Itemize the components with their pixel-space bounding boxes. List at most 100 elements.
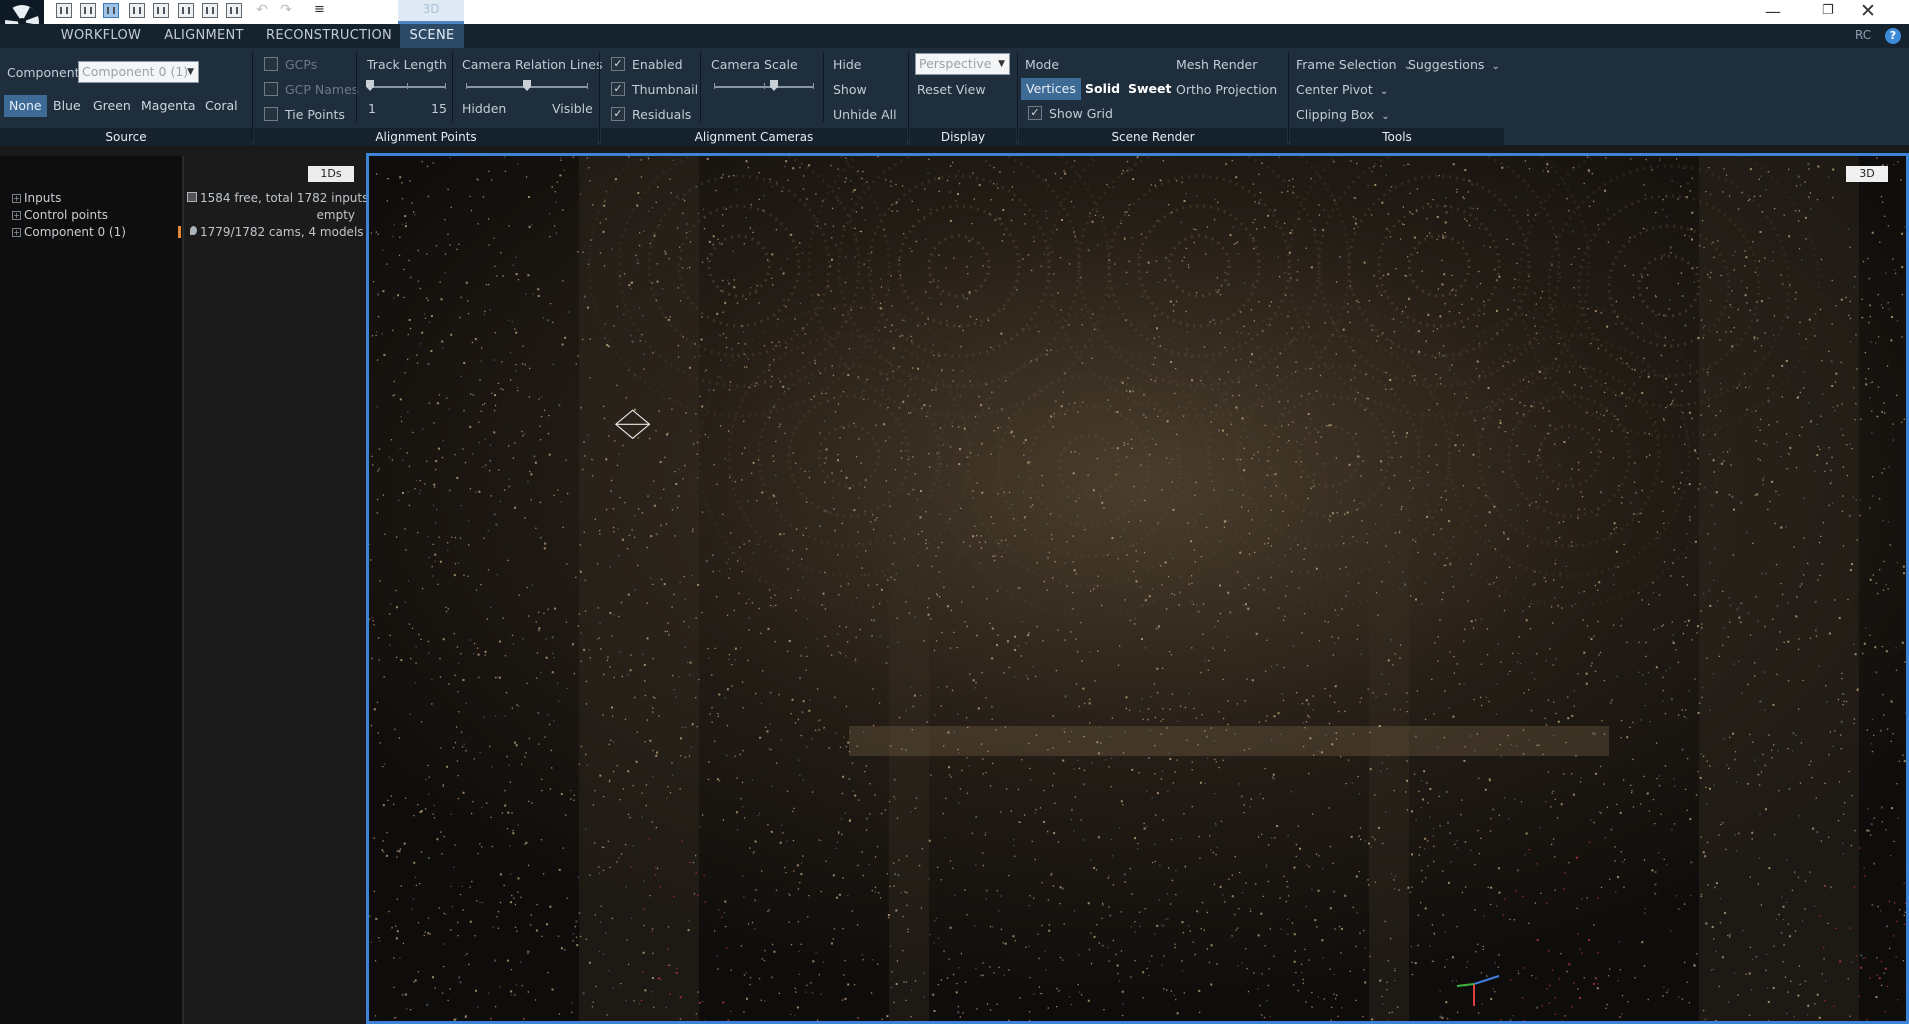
rc-label: RC [1855, 28, 1872, 42]
projection-select-value: Perspective [919, 56, 992, 71]
layout-5-icon[interactable] [153, 3, 169, 18]
layout-1-icon[interactable] [56, 3, 72, 18]
layout-7-icon[interactable] [202, 3, 218, 18]
tree-item-component[interactable]: + Component 0 (1) [12, 225, 126, 239]
center-pivot-button[interactable]: Center Pivot ⌄ [1296, 82, 1388, 97]
divider [823, 52, 824, 122]
tie-points-label: Tie Points [285, 107, 345, 122]
suggestions-label: Suggestions [1408, 57, 1485, 72]
layout-8-icon[interactable] [226, 3, 242, 18]
track-length-slider[interactable] [370, 86, 446, 88]
layout-glyph [133, 7, 141, 14]
selection-marker [178, 226, 181, 238]
relation-lines-max: Visible [552, 101, 593, 116]
info-panel [184, 156, 364, 1024]
color-none-button[interactable]: None [4, 95, 47, 117]
chevron-down-icon: ⌄ [1488, 61, 1500, 72]
slider-tick [466, 83, 467, 89]
layout-glyph [182, 7, 190, 14]
tab-reconstruction[interactable]: RECONSTRUCTION [266, 24, 392, 48]
frame-selection-label: Frame Selection [1296, 57, 1397, 72]
slider-tick [587, 83, 588, 89]
frame-selection-button[interactable]: Frame Selection ⌄ [1296, 57, 1412, 72]
redo-icon[interactable]: ↷ [278, 2, 294, 18]
divider [452, 52, 453, 122]
close-icon[interactable]: ✕ [1860, 0, 1876, 22]
control-points-info: empty [316, 208, 356, 222]
suggestions-button[interactable]: Suggestions ⌄ [1408, 57, 1500, 72]
layout-glyph [157, 7, 165, 14]
quick-access-dropdown-icon[interactable]: ≡ [314, 2, 325, 17]
layout-2-icon[interactable] [80, 3, 96, 18]
layout-glyph [84, 7, 92, 14]
tab-scene[interactable]: SCENE [400, 24, 464, 48]
residuals-checkbox[interactable]: ✓ [611, 107, 625, 121]
track-length-min: 1 [368, 101, 376, 116]
mode-sweet-button[interactable]: Sweet [1123, 78, 1176, 100]
expand-icon[interactable]: + [12, 194, 21, 203]
gcps-label: GCPs [285, 57, 318, 72]
tab-alignment[interactable]: ALIGNMENT [158, 24, 250, 48]
tab-workflow[interactable]: WORKFLOW [52, 24, 150, 48]
enabled-label: Enabled [632, 57, 683, 72]
mode-vertices-button[interactable]: Vertices [1021, 78, 1081, 100]
track-length-label: Track Length [367, 57, 447, 72]
section-tools: Tools [1290, 128, 1504, 146]
color-magenta-button[interactable]: Magenta [136, 95, 201, 117]
tree-item-label: Component 0 (1) [24, 225, 126, 239]
projection-select[interactable]: Perspective ▼ [915, 53, 1010, 75]
unhide-all-button[interactable]: Unhide All [833, 107, 897, 122]
thumbnail-checkbox[interactable]: ✓ [611, 82, 625, 96]
gcps-checkbox[interactable] [264, 57, 278, 71]
layout-3-icon[interactable] [103, 3, 119, 18]
panel-badge[interactable]: 1Ds [308, 166, 354, 182]
color-blue-button[interactable]: Blue [48, 95, 86, 117]
pin-icon [190, 226, 197, 235]
slider-tick [407, 83, 408, 89]
tree-item-inputs[interactable]: + Inputs [12, 191, 61, 205]
chevron-down-icon: ⌄ [1378, 111, 1390, 122]
show-grid-checkbox[interactable]: ✓ [1028, 106, 1042, 120]
chevron-down-icon: ▼ [187, 67, 194, 77]
gcp-names-checkbox[interactable] [264, 82, 278, 96]
layout-tab-3d[interactable]: 3D [398, 0, 464, 24]
track-length-max: 15 [431, 101, 447, 116]
color-green-button[interactable]: Green [88, 95, 136, 117]
enabled-checkbox[interactable]: ✓ [611, 57, 625, 71]
component-select[interactable]: Component 0 (1) ▼ [78, 61, 199, 83]
clipping-box-button[interactable]: Clipping Box ⌄ [1296, 107, 1390, 122]
help-icon[interactable]: ? [1885, 28, 1901, 44]
layout-6-icon[interactable] [178, 3, 194, 18]
relation-lines-min: Hidden [462, 101, 507, 116]
reset-view-button[interactable]: Reset View [917, 82, 986, 97]
show-button[interactable]: Show [833, 82, 867, 97]
viewport-badge[interactable]: 3D [1846, 166, 1888, 182]
3d-viewport[interactable] [366, 153, 1909, 1024]
residuals-label: Residuals [632, 107, 692, 122]
ortho-projection-button[interactable]: Ortho Projection [1176, 82, 1277, 97]
divider [1017, 52, 1018, 142]
tree-item-control-points[interactable]: + Control points [12, 208, 108, 222]
mode-label: Mode [1025, 57, 1060, 72]
divider [252, 52, 253, 142]
expand-icon[interactable]: + [12, 211, 21, 220]
inputs-info: 1584 free, total 1782 inputs [200, 191, 369, 205]
mode-solid-button[interactable]: Solid [1080, 78, 1125, 100]
mesh-render-button[interactable]: Mesh Render [1176, 57, 1257, 72]
layout-4-icon[interactable] [129, 3, 145, 18]
minimize-icon[interactable]: — [1765, 2, 1781, 21]
center-pivot-label: Center Pivot [1296, 82, 1373, 97]
column-shape [1699, 156, 1859, 1021]
color-coral-button[interactable]: Coral [200, 95, 243, 117]
hide-button[interactable]: Hide [833, 57, 862, 72]
point-cloud-render [369, 156, 1906, 1021]
layout-glyph [107, 7, 115, 14]
component-label: Component [7, 65, 80, 80]
slider-tick [714, 83, 715, 89]
tie-points-checkbox[interactable] [264, 107, 278, 121]
undo-icon[interactable]: ↶ [254, 2, 270, 18]
gcp-names-label: GCP Names [285, 82, 359, 97]
expand-icon[interactable]: + [12, 228, 21, 237]
restore-icon[interactable]: ❐ [1822, 3, 1834, 18]
layout-glyph [206, 7, 214, 14]
